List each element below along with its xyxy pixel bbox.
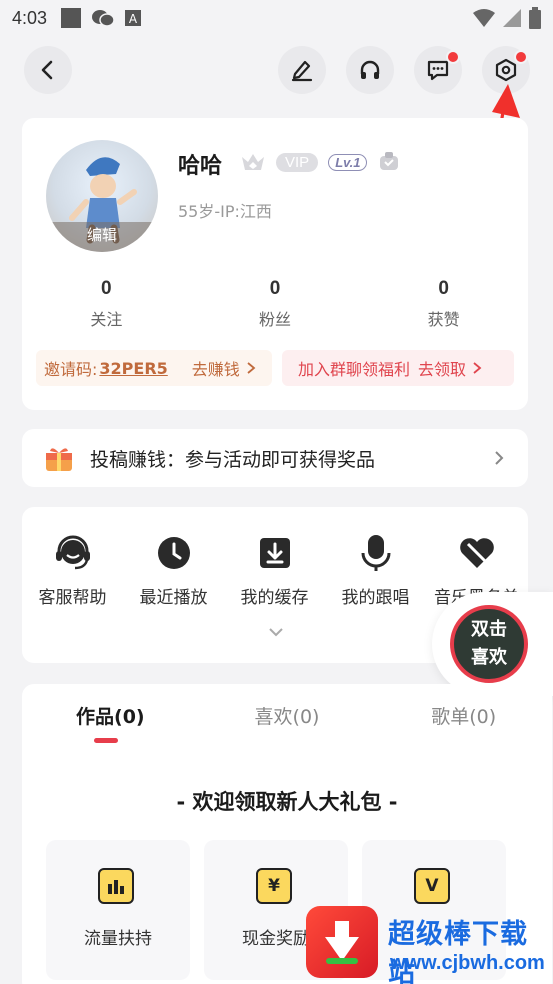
headphones-icon xyxy=(360,60,380,79)
invite-code[interactable]: 32PER5 xyxy=(99,359,167,378)
float-line2: 喜欢 xyxy=(471,647,507,668)
back-button[interactable] xyxy=(24,46,72,94)
stat-following[interactable]: 0 关注 xyxy=(22,278,191,330)
content-tabs: 作品(0) 喜欢(0) 歌单(0) xyxy=(22,702,552,729)
download-icon xyxy=(259,538,290,568)
shortcut-label: 我的跟唱 xyxy=(341,588,410,608)
stat-following-count: 0 xyxy=(101,278,112,299)
expand-chevron-icon[interactable] xyxy=(267,625,285,639)
status-time: 4:03 xyxy=(12,7,48,28)
microphone-icon xyxy=(361,535,390,571)
vip-icon: V xyxy=(414,868,450,904)
shortcut-recent-play[interactable]: 最近播放 xyxy=(123,533,224,608)
earn-money-link[interactable]: 去赚钱 xyxy=(192,356,240,380)
pen-icon xyxy=(291,60,313,82)
invite-code-bar[interactable]: 邀请码: 32PER5 去赚钱 xyxy=(36,350,272,386)
stat-followers[interactable]: 0 粉丝 xyxy=(191,278,360,330)
float-line1: 双击 xyxy=(471,619,507,640)
profile-card: 编辑 哈哈 VIP Lv.1 55岁-IP:江西 0 关注 0 粉丝 0 获赞 … xyxy=(22,118,528,410)
text-a-icon: A xyxy=(125,10,142,26)
avatar-edit-label[interactable]: 编辑 xyxy=(46,222,158,252)
clock-icon xyxy=(157,537,190,569)
message-badge-dot xyxy=(446,50,460,64)
double-tap-like-button[interactable]: 双击 喜欢 xyxy=(450,605,528,683)
broken-heart-icon xyxy=(459,538,494,568)
edit-profile-button[interactable] xyxy=(278,46,326,94)
shortcut-grid: 客服帮助 最近播放 我的缓存 我的跟唱 音乐黑名单 xyxy=(22,533,528,608)
shortcut-label: 客服帮助 xyxy=(38,588,107,608)
shortcut-customer-service[interactable]: 客服帮助 xyxy=(22,533,123,608)
tab-likes[interactable]: 喜欢(0) xyxy=(199,702,376,729)
settings-hexagon-icon xyxy=(495,58,517,82)
chevron-right-icon xyxy=(495,451,504,465)
tab-works[interactable]: 作品(0) xyxy=(22,702,199,729)
invite-code-label: 邀请码: xyxy=(44,360,98,379)
banner-text: 投稿赚钱：参与活动即可获得奖品 xyxy=(90,449,376,471)
wechat-icon xyxy=(92,10,115,27)
shortcut-label: 我的缓存 xyxy=(240,588,309,608)
stat-followers-count: 0 xyxy=(269,278,281,299)
shortcut-label: 最近播放 xyxy=(139,588,208,608)
claim-link[interactable]: 去领取 xyxy=(418,356,466,380)
age-location: 55岁-IP:江西 xyxy=(178,202,272,221)
download-arrow-logo-icon xyxy=(325,921,359,964)
avatar[interactable]: 编辑 xyxy=(46,140,158,252)
tab-playlists[interactable]: 歌单(0) xyxy=(375,702,552,729)
vip-badge[interactable]: VIP xyxy=(276,152,319,172)
shortcut-sing-along[interactable]: 我的跟唱 xyxy=(325,533,426,608)
gift-title: - 欢迎领取新人大礼包 - xyxy=(176,790,398,814)
messages-button[interactable] xyxy=(414,46,462,94)
gift-label: 流量扶持 xyxy=(84,929,152,949)
stat-likes-count: 0 xyxy=(438,278,449,299)
battery-icon xyxy=(529,7,541,29)
nickname: 哈哈 xyxy=(178,154,223,179)
stat-likes[interactable]: 0 获赞 xyxy=(359,278,528,330)
notification-square-icon xyxy=(61,8,82,28)
listen-button[interactable] xyxy=(346,46,394,94)
wifi-icon xyxy=(473,9,495,27)
stat-followers-label: 粉丝 xyxy=(259,310,292,329)
stat-following-label: 关注 xyxy=(90,310,123,329)
gift-box-icon xyxy=(46,448,72,471)
contribute-banner[interactable]: 投稿赚钱：参与活动即可获得奖品 xyxy=(22,429,528,487)
chart-icon xyxy=(98,868,134,904)
stats-row: 0 关注 0 粉丝 0 获赞 xyxy=(22,278,528,330)
shortcut-downloads[interactable]: 我的缓存 xyxy=(224,533,325,608)
gift-traffic-support[interactable]: 流量扶持 xyxy=(46,840,190,980)
join-group-bar[interactable]: 加入群聊领福利 去领取 xyxy=(282,350,514,386)
headset-icon xyxy=(55,535,90,570)
status-bar: 4:03 A xyxy=(0,0,553,36)
signal-icon xyxy=(503,9,521,27)
medal-icon[interactable] xyxy=(377,150,401,174)
double-tap-like-float[interactable]: 双击 喜欢 xyxy=(432,592,553,696)
chevron-left-icon xyxy=(41,60,53,80)
tab-indicator xyxy=(94,738,118,743)
watermark-logo xyxy=(306,906,378,978)
level-badge[interactable]: Lv.1 xyxy=(328,153,368,171)
site-watermark: 超级棒下载站 www.cjbwh.com xyxy=(306,906,553,984)
settings-badge-dot xyxy=(514,50,528,64)
svg-text:A: A xyxy=(129,12,138,26)
crown-icon[interactable] xyxy=(240,151,266,173)
chevron-right-icon xyxy=(473,362,482,374)
message-bubble-icon xyxy=(427,60,449,81)
watermark-url: www.cjbwh.com xyxy=(390,952,545,974)
chevron-right-icon xyxy=(247,362,256,374)
stat-likes-label: 获赞 xyxy=(427,310,460,329)
yen-icon: ¥ xyxy=(256,868,292,904)
join-group-label: 加入群聊领福利 xyxy=(298,360,411,379)
